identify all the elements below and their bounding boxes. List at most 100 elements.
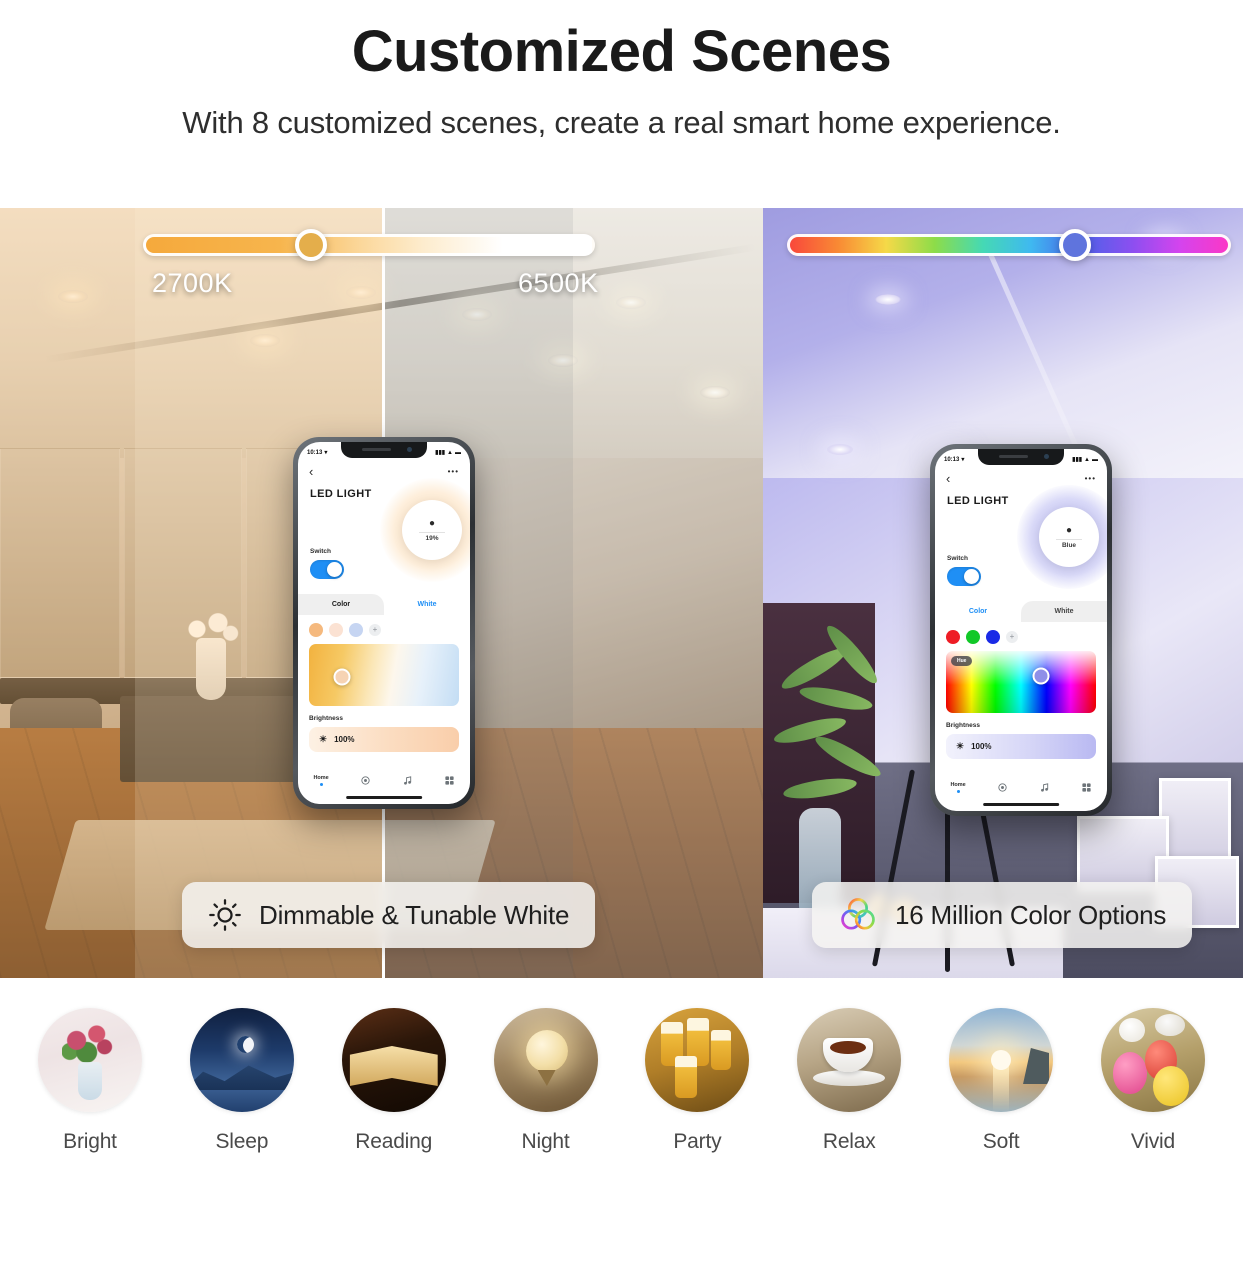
sun-icon <box>209 899 241 931</box>
signal-icon: ▮▮▮ <box>1072 457 1083 463</box>
divider <box>419 531 445 533</box>
more-menu-icon[interactable]: ••• <box>448 467 459 476</box>
swatch-preset-1[interactable] <box>309 623 323 637</box>
scene-label: Night <box>521 1130 570 1153</box>
back-icon[interactable]: ‹ <box>309 464 313 479</box>
status-bar: 10:13 ▾ ▮▮▮ ▲ ▬ <box>298 442 470 459</box>
swatch-green[interactable] <box>966 630 980 644</box>
nav-home[interactable]: Home <box>313 775 329 786</box>
power-toggle[interactable] <box>947 567 981 586</box>
scene-icon <box>998 783 1007 792</box>
back-icon[interactable]: ‹ <box>946 471 950 486</box>
nav-scenes[interactable] <box>997 782 1008 793</box>
wifi-icon: ▲ <box>447 449 453 456</box>
downlight-icon <box>827 444 853 455</box>
bulb-status-dial[interactable]: ● 19% <box>402 500 462 560</box>
flowers <box>176 608 246 650</box>
home-indicator <box>983 803 1059 806</box>
phone-left: 10:13 ▾ ▮▮▮ ▲ ▬ ‹ ••• LED LIGHT ● 19% Sw… <box>293 437 475 809</box>
status-bar: 10:13 ▾ ▮▮▮ ▲ ▬ <box>935 449 1107 466</box>
brightness-label: Brightness <box>946 722 980 729</box>
nav-grid[interactable] <box>444 775 455 786</box>
status-time: 10:13 <box>944 456 960 463</box>
nav-home[interactable]: Home <box>950 782 966 793</box>
grid-icon <box>444 776 454 785</box>
music-icon <box>403 776 411 785</box>
color-rings-icon <box>841 898 875 930</box>
picker-badge: Hue <box>951 656 973 666</box>
grid-icon <box>1081 783 1091 792</box>
brightness-value: 100% <box>971 742 992 751</box>
bulb-brightness-value: 19% <box>425 534 439 542</box>
flowers-vase-thumb <box>38 1008 142 1112</box>
swatch-preset-3[interactable] <box>349 623 363 637</box>
scene-item-night[interactable]: Night <box>478 1008 614 1238</box>
temperature-track[interactable] <box>143 229 595 261</box>
open-book-thumb <box>341 1008 446 1112</box>
brightness-label: Brightness <box>309 715 343 722</box>
rgb-track[interactable] <box>787 229 1231 261</box>
downlight-icon <box>548 354 578 367</box>
swatch-red[interactable] <box>946 630 960 644</box>
white-temperature-picker[interactable] <box>309 644 459 706</box>
swatch-blue[interactable] <box>986 630 1000 644</box>
scene-label: Soft <box>982 1130 1020 1153</box>
scene-item-party[interactable]: Party <box>629 1008 765 1238</box>
divider <box>1056 538 1082 540</box>
brightness-slider[interactable]: ☀ 100% <box>309 727 459 752</box>
add-swatch-button[interactable]: + <box>369 624 381 636</box>
nav-music[interactable] <box>1039 782 1050 793</box>
sun-icon: ☀ <box>956 741 965 751</box>
bulb-icon: ● <box>428 517 436 529</box>
color-swatches: + <box>935 622 1107 644</box>
nav-grid[interactable] <box>1081 782 1092 793</box>
app-nav-row: ‹ ••• <box>298 459 470 479</box>
picker-handle[interactable] <box>1032 667 1049 685</box>
nav-home-label: Home <box>950 782 966 788</box>
scene-icon <box>361 776 370 785</box>
more-menu-icon[interactable]: ••• <box>1085 474 1096 483</box>
picker-handle[interactable] <box>333 668 351 686</box>
scene-item-soft[interactable]: Soft <box>933 1008 1069 1238</box>
music-icon <box>1040 783 1048 792</box>
temperature-slider-handle[interactable] <box>295 229 328 261</box>
color-temperature-slider[interactable] <box>143 229 595 261</box>
power-toggle[interactable] <box>310 560 344 579</box>
rgb-slider-handle[interactable] <box>1058 229 1091 261</box>
nav-music[interactable] <box>402 775 413 786</box>
switch-label: Switch <box>310 548 331 555</box>
downlight-icon <box>875 294 901 305</box>
tab-white[interactable]: White <box>384 594 470 615</box>
brightness-value: 100% <box>334 735 355 744</box>
tab-color[interactable]: Color <box>298 594 384 615</box>
sunset-sea-thumb <box>949 1008 1054 1112</box>
scene-item-bright[interactable]: Bright <box>22 1008 158 1238</box>
battery-icon: ▬ <box>455 449 461 456</box>
battery-icon: ▬ <box>1092 456 1098 463</box>
rgb-color-slider[interactable] <box>787 229 1231 261</box>
scene-label: Relax <box>822 1130 876 1153</box>
scene-item-reading[interactable]: Reading <box>326 1008 462 1238</box>
brightness-slider[interactable]: ☀ 100% <box>946 734 1096 759</box>
scene-item-vivid[interactable]: Vivid <box>1085 1008 1221 1238</box>
scene-item-sleep[interactable]: Sleep <box>174 1008 310 1238</box>
rgb-color-picker[interactable]: Hue <box>946 651 1096 713</box>
scene-label: Sleep <box>215 1130 269 1153</box>
scene-item-relax[interactable]: Relax <box>781 1008 917 1238</box>
scene-label: Bright <box>63 1130 117 1153</box>
downlight-icon <box>250 334 280 347</box>
scene-label: Party <box>673 1130 722 1153</box>
nav-scenes[interactable] <box>360 775 371 786</box>
app-nav-row: ‹ ••• <box>935 466 1107 486</box>
phone-left-screen: 10:13 ▾ ▮▮▮ ▲ ▬ ‹ ••• LED LIGHT ● 19% Sw… <box>298 442 470 804</box>
night-sky-moon-thumb <box>189 1008 294 1112</box>
tab-color[interactable]: Color <box>935 601 1021 622</box>
bulb-status-dial[interactable]: ● Blue <box>1039 507 1099 567</box>
color-white-tabs: Color White <box>298 594 470 615</box>
tab-white[interactable]: White <box>1021 601 1107 622</box>
add-swatch-button[interactable]: + <box>1006 631 1018 643</box>
toggle-knob <box>327 562 342 577</box>
swatch-preset-2[interactable] <box>329 623 343 637</box>
downlight-icon <box>58 290 88 303</box>
moon-lamp-thumb <box>493 1008 598 1112</box>
